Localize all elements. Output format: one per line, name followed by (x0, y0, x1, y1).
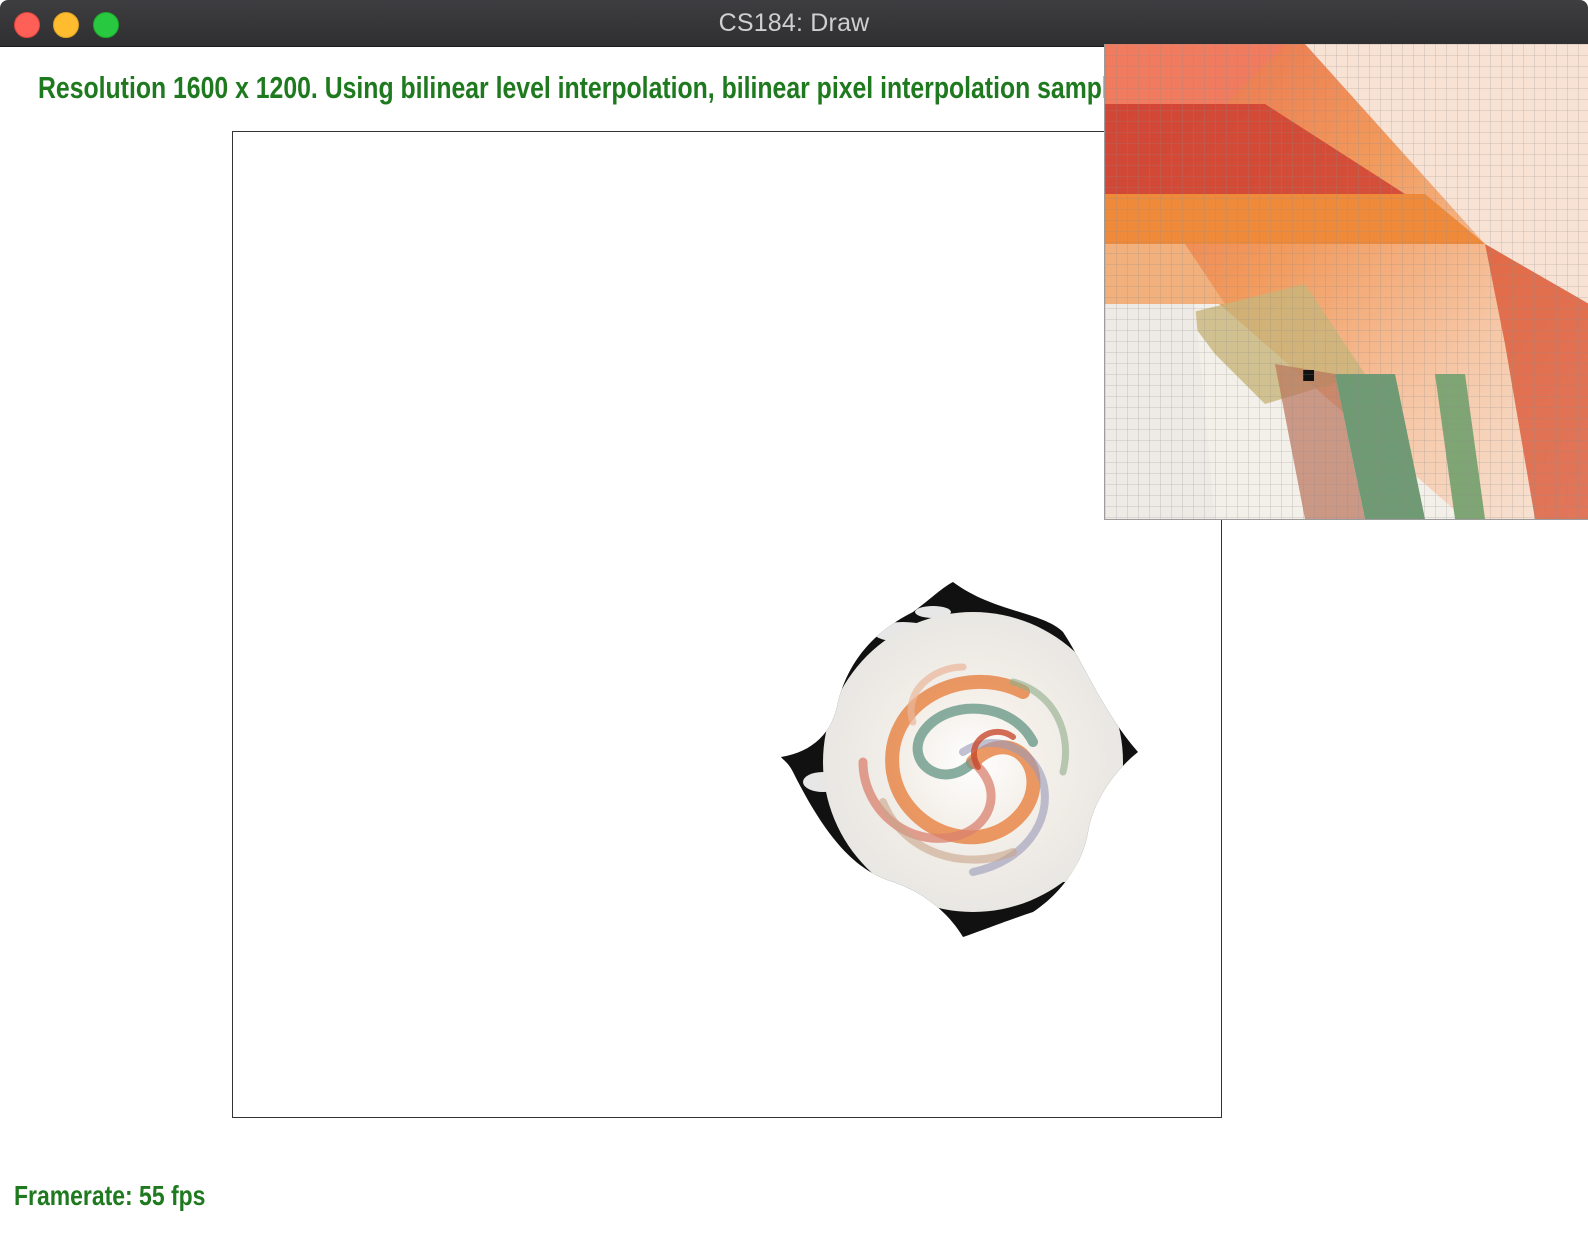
title-bar[interactable]: CS184: Draw (0, 0, 1588, 47)
framerate-indicator: Framerate: 55 fps (14, 1180, 206, 1211)
drawing-canvas[interactable] (232, 131, 1222, 1118)
swirl-texture-render (781, 582, 1138, 937)
zoom-inspector-panel (1104, 44, 1588, 520)
pixel-grid-magnification (1105, 44, 1588, 519)
app-window: CS184: Draw Resolution 1600 x 1200. Usin… (0, 0, 1588, 1246)
window-title: CS184: Draw (718, 9, 870, 37)
